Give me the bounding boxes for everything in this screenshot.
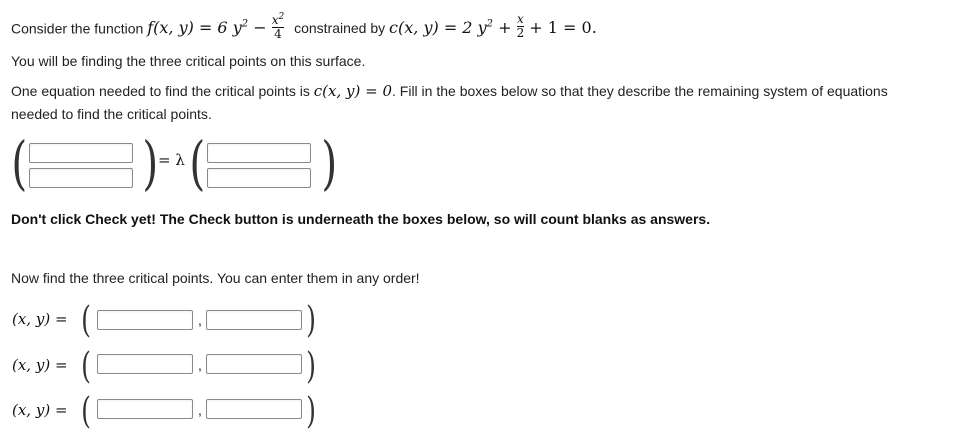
problem-statement-line: Consider the function f(x, y) = 6 y 2 − x… (11, 12, 597, 41)
point3-y-input[interactable] (206, 399, 302, 419)
point3-x-input[interactable] (97, 399, 193, 419)
right-paren: ) (321, 129, 338, 197)
lambda-equals: = λ (158, 151, 185, 169)
fraction: x2 4 (271, 11, 285, 41)
right-paren: ) (306, 391, 316, 432)
instruction-prefix: One equation needed to find the critical… (11, 83, 310, 99)
comma: , (198, 357, 202, 373)
comma: , (198, 402, 202, 418)
point2-x-input[interactable] (97, 354, 193, 374)
grad-c-component-1-input[interactable] (207, 143, 311, 163)
right-paren: ) (306, 346, 316, 387)
left-paren: ( (11, 129, 28, 197)
grad-c-component-2-input[interactable] (207, 168, 311, 188)
left-paren: ( (189, 129, 206, 197)
point1-y-input[interactable] (206, 310, 302, 330)
frac-numerator: x (516, 12, 524, 27)
instruction-text: You will be finding the three critical p… (11, 53, 366, 69)
point2-y-input[interactable] (206, 354, 302, 374)
left-paren: ( (81, 346, 91, 387)
right-paren: ) (142, 129, 159, 197)
plus-sign: + (492, 18, 517, 38)
f-lhs: f(x, y) = 6 y (147, 18, 242, 38)
frac-denominator: 4 (274, 26, 282, 41)
constrained-text: constrained by (294, 20, 386, 37)
instruction-suffix: . Fill in the boxes below so that they d… (392, 83, 888, 99)
right-paren: ) (306, 300, 316, 341)
left-paren: ( (81, 391, 91, 432)
minus-sign: − (248, 18, 272, 38)
instruction-text: needed to find the critical points. (11, 106, 212, 122)
function-definition: f(x, y) = 6 y 2 − x2 4 (147, 12, 285, 40)
left-paren: ( (81, 300, 91, 341)
consider-text: Consider the function (11, 20, 144, 37)
xy-label: (x, y) = (12, 310, 68, 328)
grad-f-component-1-input[interactable] (29, 143, 133, 163)
constraint-tail: + 1 = 0. (529, 18, 597, 38)
instruction-text: One equation needed to find the critical… (11, 82, 888, 100)
instruction-text: Now find the three critical points. You … (11, 270, 420, 286)
frac-denominator: 2 (516, 26, 525, 41)
point1-x-input[interactable] (97, 310, 193, 330)
grad-f-component-2-input[interactable] (29, 168, 133, 188)
comma: , (198, 312, 202, 328)
constraint-definition: c(x, y) = 2 y 2 + x2 + 1 = 0. (389, 13, 597, 40)
constraint-equation: c(x, y) = 0 (313, 82, 392, 100)
warning-text: Don't click Check yet! The Check button … (11, 211, 711, 227)
fraction: x2 (516, 12, 525, 41)
exponent: 2 (278, 11, 285, 22)
xy-label: (x, y) = (12, 356, 68, 374)
c-lhs: c(x, y) = 2 y (389, 18, 487, 38)
xy-label: (x, y) = (12, 401, 68, 419)
